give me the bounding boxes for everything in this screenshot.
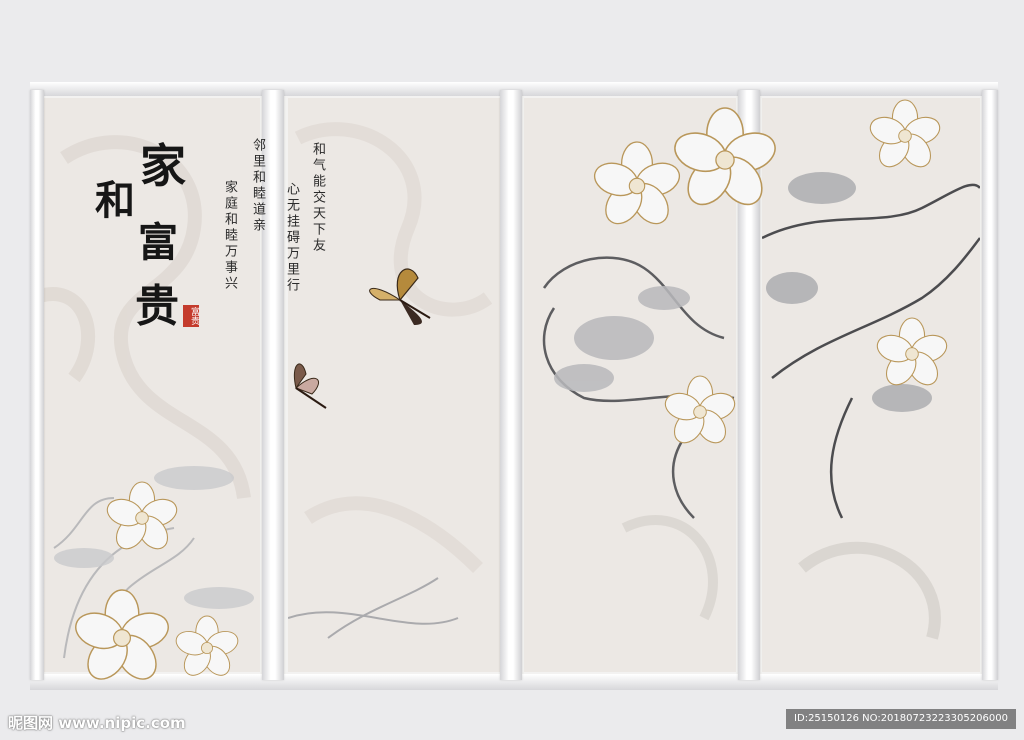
column-1 (30, 90, 44, 680)
panel-3 (524, 98, 736, 672)
column-4 (738, 90, 760, 680)
panel-3-art (542, 256, 735, 621)
title-char-2: 和 (95, 177, 135, 224)
poem-column-4: 心无挂碍万里行 (284, 182, 299, 294)
column-5 (982, 90, 998, 680)
panel-4-art (762, 172, 980, 640)
title-char-4: 贵 (135, 281, 179, 332)
site-watermark: 昵图网 www.nipic.com (8, 714, 186, 732)
column-3 (500, 90, 522, 680)
panel-4 (762, 98, 980, 672)
poem-column-3: 和气能交天下友 (310, 142, 325, 254)
poem-column-1: 邻里和睦道亲 (250, 138, 265, 234)
poem-column-2: 家庭和睦万事兴 (222, 180, 237, 292)
title-char-1: 家 (140, 139, 186, 193)
seal-stamp: 富贵 (183, 305, 199, 327)
title-char-3: 富 (138, 219, 178, 266)
image-id-label: ID:25150126 NO:20180723223305206000 (786, 709, 1016, 729)
